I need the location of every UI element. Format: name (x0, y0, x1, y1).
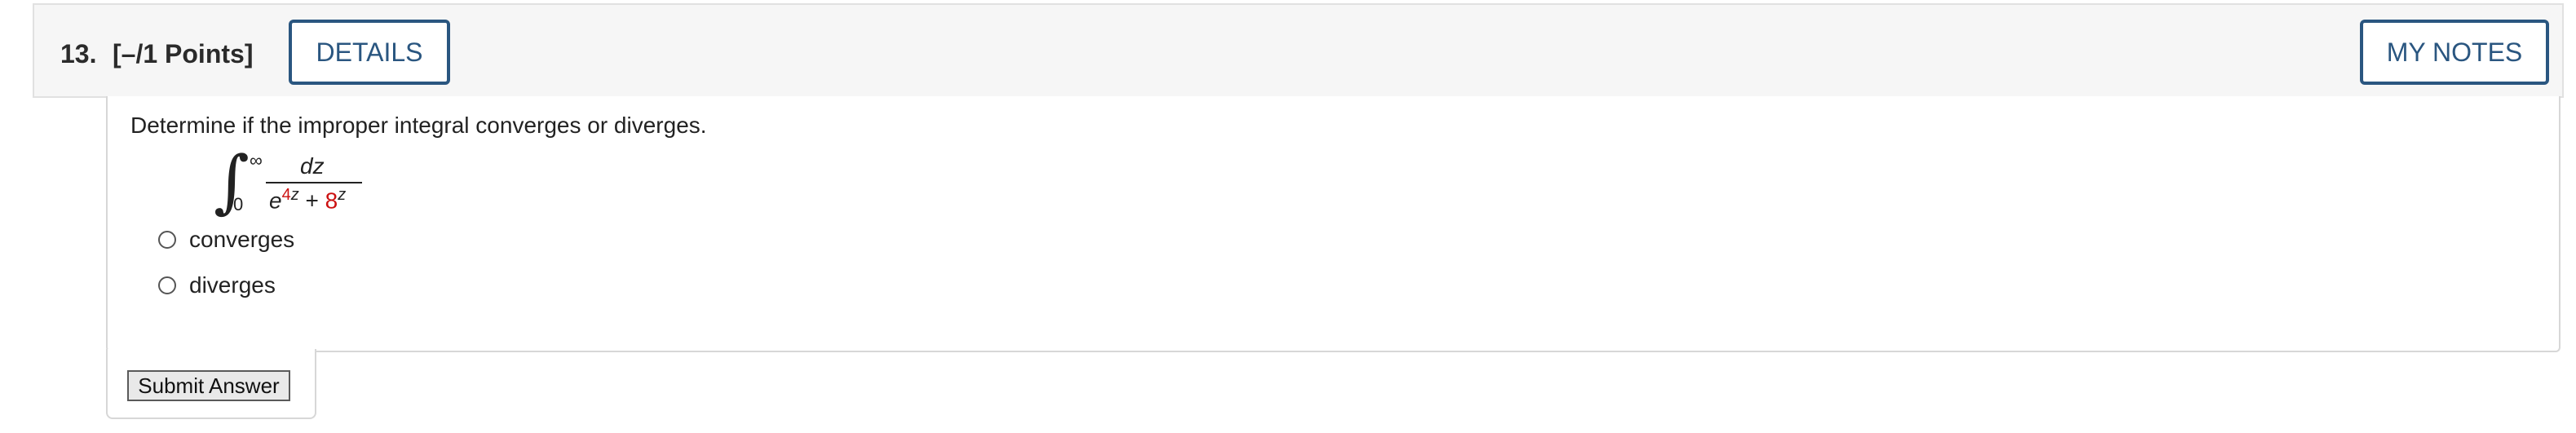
my-notes-button[interactable]: MY NOTES (2360, 20, 2549, 85)
points-label: [–/1 Points] (113, 39, 254, 68)
exponent-variable: z (290, 186, 299, 204)
question-number: 13. (60, 39, 97, 68)
details-button[interactable]: DETAILS (289, 20, 450, 85)
radio-button[interactable] (158, 276, 176, 294)
option-label: diverges (189, 272, 276, 298)
question-header: 13. [–/1 Points] DETAILS MY NOTES (33, 3, 2564, 98)
integrand-denominator: e4z + 8z (269, 186, 346, 214)
lower-limit: 0 (233, 194, 244, 214)
submit-answer-button[interactable]: Submit Answer (127, 370, 290, 401)
upper-limit: ∞ (250, 150, 263, 170)
denominator-base-e: e (269, 188, 282, 214)
exponent-coefficient: 4 (281, 186, 291, 204)
integral-sign: ∫ (214, 141, 250, 221)
denominator-exponent-2: z (338, 186, 347, 204)
denominator-base-8: 8 (325, 188, 338, 214)
option-label: converges (189, 227, 295, 252)
fraction-bar (266, 182, 362, 183)
question-prompt: Determine if the improper integral conve… (130, 113, 707, 138)
integrand-numerator: dz (300, 153, 325, 179)
denominator-exponent-1: 4z (282, 186, 299, 204)
option-diverges[interactable]: diverges (158, 272, 276, 298)
option-converges[interactable]: converges (158, 227, 294, 253)
denominator-operator: + (305, 188, 319, 214)
radio-button[interactable] (158, 231, 176, 249)
